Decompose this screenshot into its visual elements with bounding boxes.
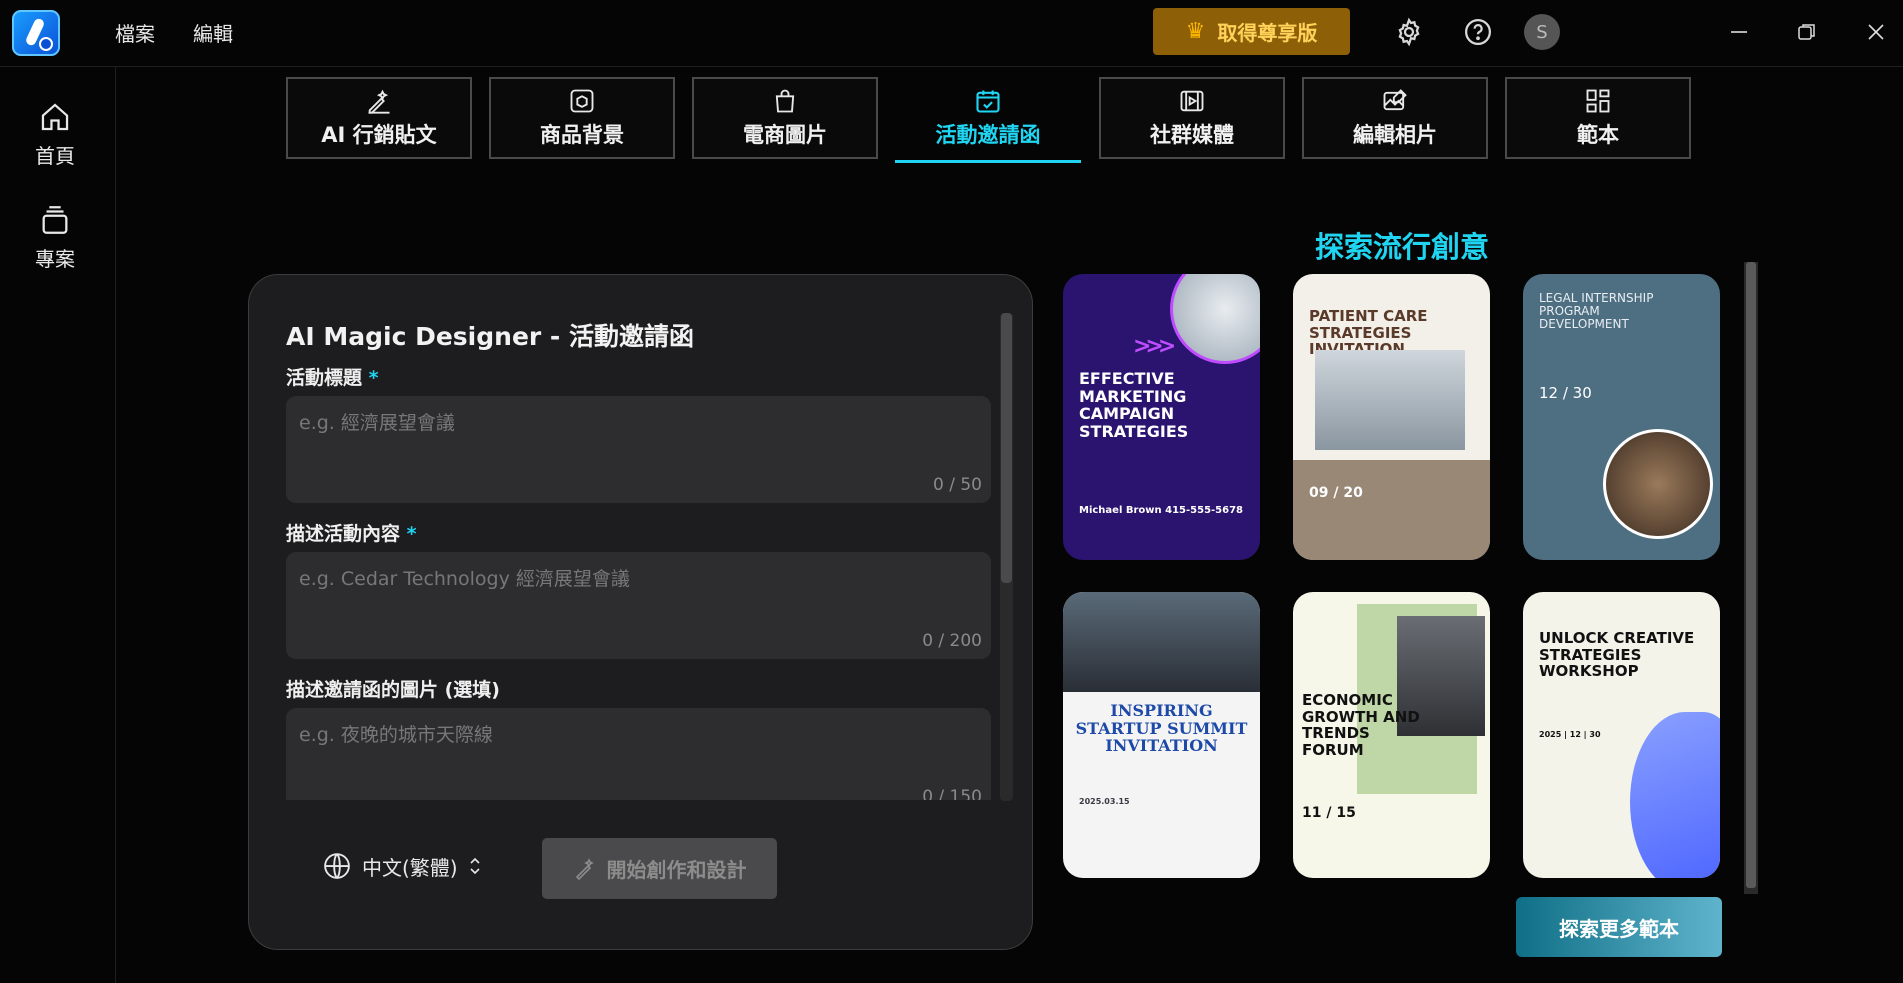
card-title: UNLOCK CREATIVE STRATEGIES WORKSHOP xyxy=(1539,629,1695,680)
avatar[interactable]: S xyxy=(1524,14,1560,50)
card-photo xyxy=(1603,429,1713,539)
card-title: LEGAL INTERNSHIP PROGRAM DEVELOPMENT xyxy=(1539,291,1654,332)
card-photo xyxy=(1063,592,1260,692)
template-card[interactable]: >>> EFFECTIVE MARKETING CAMPAIGN STRATEG… xyxy=(1063,274,1260,560)
image-description-counter: 0 / 150 xyxy=(922,787,982,800)
restore-icon[interactable] xyxy=(1787,12,1827,52)
tab-event-invitation[interactable]: 活動邀請函 xyxy=(895,77,1081,163)
card-photo xyxy=(1170,274,1260,364)
card-decoration xyxy=(1630,712,1720,878)
language-label: 中文(繁體) xyxy=(362,855,458,880)
magic-wand-icon xyxy=(575,857,594,880)
tab-ecommerce-images[interactable]: 電商圖片 xyxy=(692,77,878,159)
form-scrollbar-thumb[interactable] xyxy=(1001,313,1012,583)
event-description-placeholder: e.g. Cedar Technology 經濟展望會議 xyxy=(299,568,630,590)
tab-ai-marketing-post[interactable]: AI 行銷貼文 xyxy=(286,77,472,159)
gear-icon[interactable] xyxy=(1392,15,1426,49)
explore-scrollbar[interactable] xyxy=(1744,262,1758,894)
calendar-check-icon xyxy=(976,90,1000,113)
help-icon[interactable] xyxy=(1461,15,1495,49)
sidebar: 首頁 專案 xyxy=(0,67,116,983)
crown-icon: ♛ xyxy=(1185,19,1206,44)
form-scroll-area[interactable]: 活動標題 * e.g. 經濟展望會議 0 / 50 描述活動內容 * e.g. … xyxy=(249,275,1019,800)
event-description-label: 描述活動內容 * xyxy=(286,523,417,545)
home-icon xyxy=(41,103,69,131)
grid-icon xyxy=(1586,89,1610,113)
card-title: INSPIRING STARTUP SUMMIT INVITATION xyxy=(1075,701,1248,756)
tab-edit-photos[interactable]: 編輯相片 xyxy=(1302,77,1488,159)
card-detail: Michael Brown 415-555-5678 xyxy=(1079,505,1244,516)
card-detail: 2025 | 12 | 30 xyxy=(1539,730,1601,739)
minimize-icon[interactable] xyxy=(1719,12,1759,52)
invitation-form-panel: AI Magic Designer - 活動邀請函 活動標題 * e.g. 經濟… xyxy=(248,274,1033,950)
sidebar-item-home[interactable]: 首頁 xyxy=(0,100,110,169)
get-premium-button[interactable]: ♛ 取得尊享版 xyxy=(1153,8,1350,55)
chevron-updown-icon xyxy=(470,857,480,875)
title-bar: 檔案 編輯 ♛ 取得尊享版 S xyxy=(0,0,1903,67)
start-create-button[interactable]: 開始創作和設計 xyxy=(542,838,777,899)
explore-more-templates-button[interactable]: 探索更多範本 xyxy=(1516,897,1722,957)
language-selector[interactable]: 中文(繁體) xyxy=(322,851,482,881)
template-card[interactable]: UNLOCK CREATIVE STRATEGIES WORKSHOP 2025… xyxy=(1523,592,1720,878)
explore-scrollbar-thumb[interactable] xyxy=(1746,262,1756,888)
required-mark: * xyxy=(406,523,417,545)
form-scrollbar[interactable] xyxy=(1000,313,1013,801)
product-bg-icon xyxy=(570,89,594,113)
card-title: ECONOMIC GROWTH AND TRENDS FORUM xyxy=(1302,691,1420,759)
shopping-bag-icon xyxy=(775,89,795,113)
card-arrows: >>> xyxy=(1133,334,1176,359)
sidebar-item-projects[interactable]: 專案 xyxy=(0,203,110,272)
event-title-input[interactable]: e.g. 經濟展望會議 0 / 50 xyxy=(286,396,991,503)
event-description-input[interactable]: e.g. Cedar Technology 經濟展望會議 0 / 200 xyxy=(286,552,991,659)
globe-icon xyxy=(324,853,350,879)
start-create-label: 開始創作和設計 xyxy=(606,858,747,882)
card-detail: 11 / 15 xyxy=(1302,805,1356,821)
sidebar-item-label: 首頁 xyxy=(35,144,75,168)
template-card[interactable]: PATIENT CARE STRATEGIES INVITATION 09 / … xyxy=(1293,274,1490,560)
image-description-placeholder: e.g. 夜晚的城市天際線 xyxy=(299,724,493,746)
card-photo xyxy=(1315,350,1465,450)
layers-icon xyxy=(42,206,68,234)
explore-title: 探索流行創意 xyxy=(1315,230,1490,264)
event-title-counter: 0 / 50 xyxy=(933,475,982,495)
sidebar-item-label: 專案 xyxy=(35,247,75,271)
image-description-input[interactable]: e.g. 夜晚的城市天際線 0 / 150 xyxy=(286,708,991,800)
required-mark: * xyxy=(368,367,379,389)
template-card[interactable]: INSPIRING STARTUP SUMMIT INVITATION 2025… xyxy=(1063,592,1260,878)
photo-edit-icon xyxy=(1383,89,1407,111)
event-description-counter: 0 / 200 xyxy=(922,631,982,651)
template-card[interactable]: ECONOMIC GROWTH AND TRENDS FORUM 11 / 15 xyxy=(1293,592,1490,878)
card-footer xyxy=(1293,460,1490,560)
tab-product-background[interactable]: 商品背景 xyxy=(489,77,675,159)
tab-social-media[interactable]: 社群媒體 xyxy=(1099,77,1285,159)
card-detail: 09 / 20 xyxy=(1309,485,1363,501)
card-detail: 2025.03.15 xyxy=(1079,797,1130,806)
tab-templates[interactable]: 範本 xyxy=(1505,77,1691,159)
event-title-label: 活動標題 * xyxy=(286,367,379,389)
app-logo-icon[interactable] xyxy=(12,10,60,56)
menu-file[interactable]: 檔案 xyxy=(115,18,155,47)
close-icon[interactable] xyxy=(1856,12,1896,52)
template-card[interactable]: LEGAL INTERNSHIP PROGRAM DEVELOPMENT 12 … xyxy=(1523,274,1720,560)
card-detail: 12 / 30 xyxy=(1539,384,1592,402)
get-premium-label: 取得尊享版 xyxy=(1217,21,1318,45)
event-title-placeholder: e.g. 經濟展望會議 xyxy=(299,412,455,434)
video-frame-icon xyxy=(1180,90,1204,112)
magic-pen-icon xyxy=(368,89,390,114)
menu-edit[interactable]: 編輯 xyxy=(193,18,233,47)
image-description-label: 描述邀請函的圖片 (選填) xyxy=(286,679,500,701)
card-title: EFFECTIVE MARKETING CAMPAIGN STRATEGIES xyxy=(1079,369,1189,441)
